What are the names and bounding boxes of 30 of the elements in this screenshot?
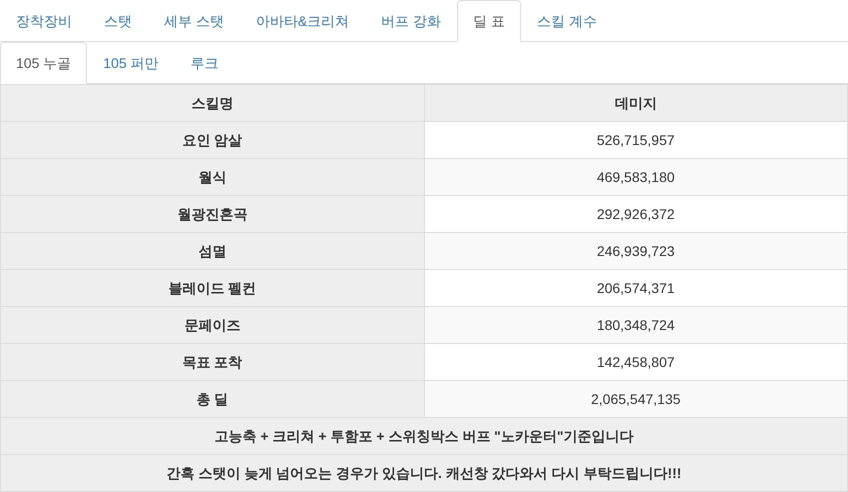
table-cell: 총 딜 (0, 380, 424, 418)
tab[interactable]: 아바타&크리쳐 (240, 0, 366, 42)
table-cell: 246,939,723 (424, 232, 848, 270)
table-cell: 블레이드 펠컨 (0, 270, 424, 306)
tab[interactable]: 루크 (174, 42, 234, 84)
tab[interactable]: 장착장비 (0, 0, 88, 42)
table-cell: 월식 (0, 158, 424, 196)
tab[interactable]: 스킬 계수 (521, 0, 613, 42)
table-cell: 요인 암살 (0, 122, 424, 158)
table-cell: 292,926,372 (424, 196, 848, 232)
column-header: 스킬명 (0, 84, 424, 122)
table-cell: 목표 포착 (0, 344, 424, 380)
tab[interactable]: 105 퍼만 (87, 42, 174, 84)
table-cell: 142,458,807 (424, 344, 848, 380)
table-cell: 526,715,957 (424, 122, 848, 158)
table-cell: 469,583,180 (424, 158, 848, 196)
table-cell: 섬멸 (0, 232, 424, 270)
tab[interactable]: 스탯 (88, 0, 148, 42)
tab[interactable]: 버프 강화 (365, 0, 458, 42)
table-cell: 간혹 스탯이 늦게 넘어오는 경우가 있습니다. 캐선창 갔다와서 다시 부탁드립니다!!! (0, 454, 848, 492)
column-header: 데미지 (424, 84, 848, 122)
table-cell: 2,065,547,135 (424, 380, 848, 418)
table-cell: 206,574,371 (424, 270, 848, 306)
tab[interactable]: 105 누골 (0, 42, 88, 84)
table-cell: 180,348,724 (424, 306, 848, 344)
tab[interactable]: 딜 표 (457, 0, 522, 42)
table-cell: 월광진혼곡 (0, 196, 424, 232)
tab[interactable]: 세부 스탯 (148, 0, 240, 42)
table-cell: 고능축 + 크리쳐 + 투함포 + 스위칭박스 버프 "노카운터"기준입니다 (0, 418, 848, 454)
table-cell: 문페이즈 (0, 306, 424, 344)
